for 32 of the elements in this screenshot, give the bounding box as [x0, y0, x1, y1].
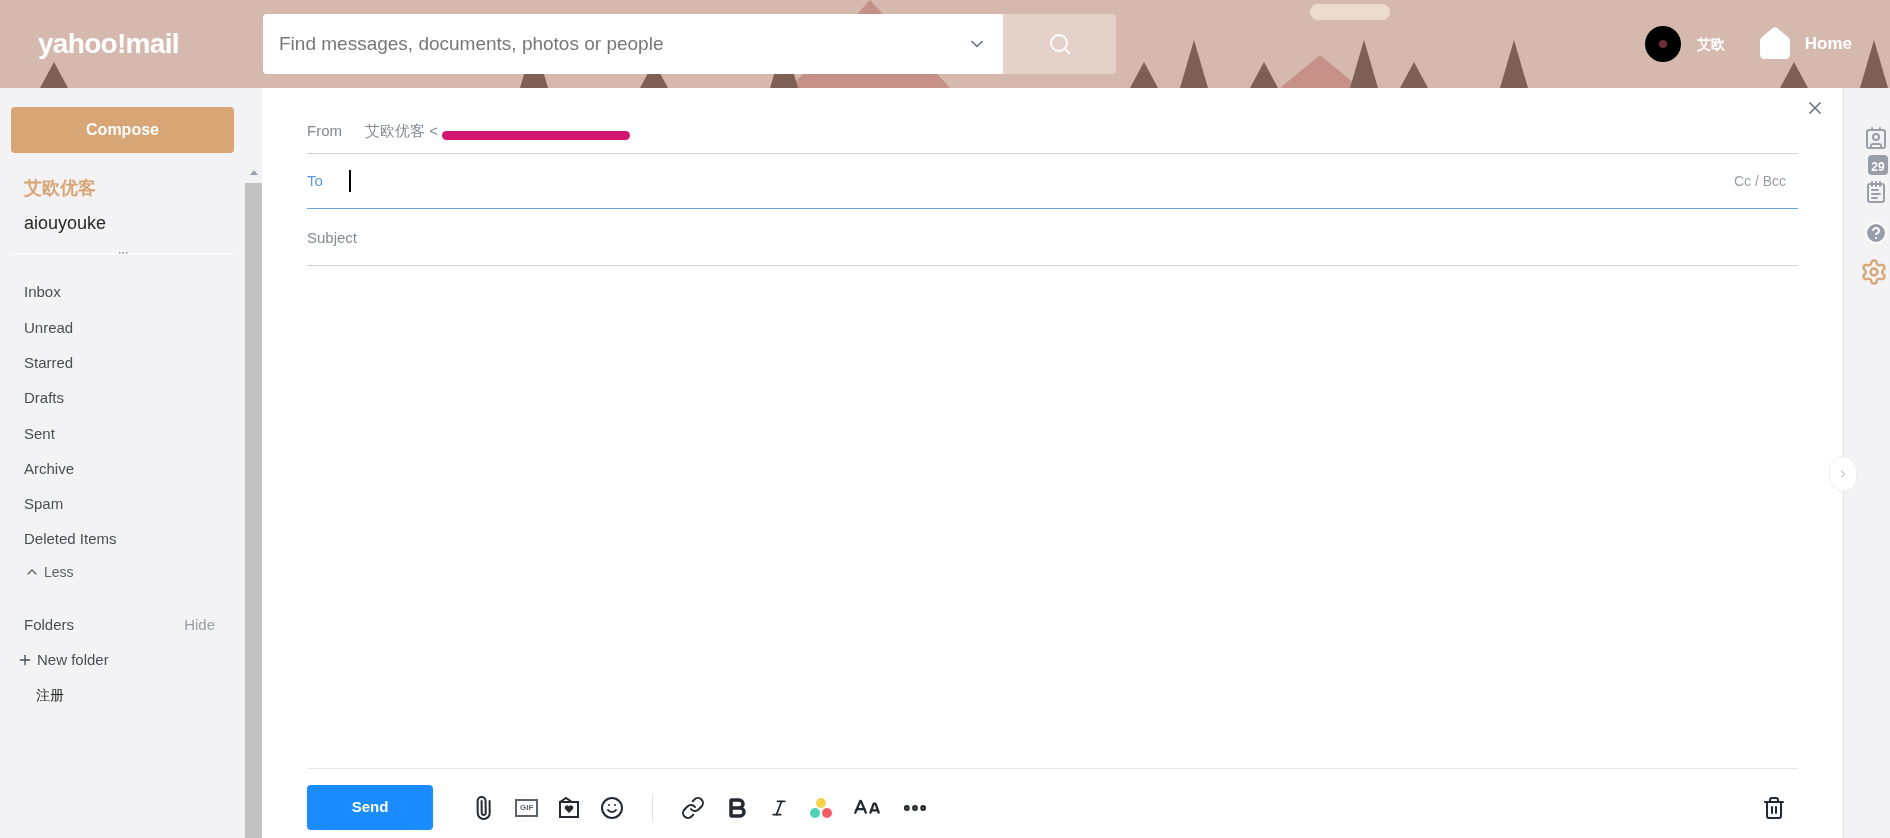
emoji-icon[interactable]	[600, 795, 625, 820]
search-field[interactable]: Find messages, documents, photos or people	[279, 29, 967, 59]
folder-link[interactable]: Inbox	[24, 275, 245, 311]
notepad-icon[interactable]	[1864, 180, 1888, 204]
from-label: From	[307, 120, 343, 141]
folder-link[interactable]: Deleted Items	[24, 522, 245, 558]
trash-icon[interactable]	[1762, 795, 1786, 820]
link-icon[interactable]	[681, 795, 706, 820]
folder-link[interactable]: Archive	[24, 451, 245, 487]
folder-link[interactable]: 注册	[36, 680, 245, 711]
card-heart-icon[interactable]	[558, 796, 581, 819]
search-icon	[1047, 32, 1072, 56]
folder-link[interactable]: Spam	[24, 486, 245, 523]
folder-link[interactable]: Starred	[24, 345, 245, 381]
send-button[interactable]: Send	[307, 785, 433, 830]
help-icon[interactable]	[1864, 221, 1888, 245]
folder-link[interactable]: Sent	[24, 416, 245, 452]
folder-link[interactable]: Unread	[24, 310, 245, 346]
folders-heading: Folders	[24, 615, 75, 636]
to-label: To	[307, 170, 324, 191]
contacts-icon[interactable]	[1864, 126, 1888, 150]
subject-field[interactable]: Subject	[307, 209, 1798, 266]
search-bar[interactable]: Find messages, documents, photos or people	[263, 14, 1003, 74]
new-folder-button[interactable]: New folder	[17, 645, 245, 676]
folder-link[interactable]: Drafts	[24, 380, 245, 417]
color-palette-icon[interactable]	[809, 796, 834, 819]
account-name[interactable]: aiouyouke	[24, 210, 245, 237]
display-name: 艾欧优客	[24, 177, 97, 200]
text-cursor	[349, 170, 351, 192]
gif-button[interactable]: GIF	[515, 798, 539, 817]
from-address[interactable]: 艾欧优客 <	[365, 119, 438, 143]
less-toggle[interactable]: Less	[24, 557, 245, 588]
